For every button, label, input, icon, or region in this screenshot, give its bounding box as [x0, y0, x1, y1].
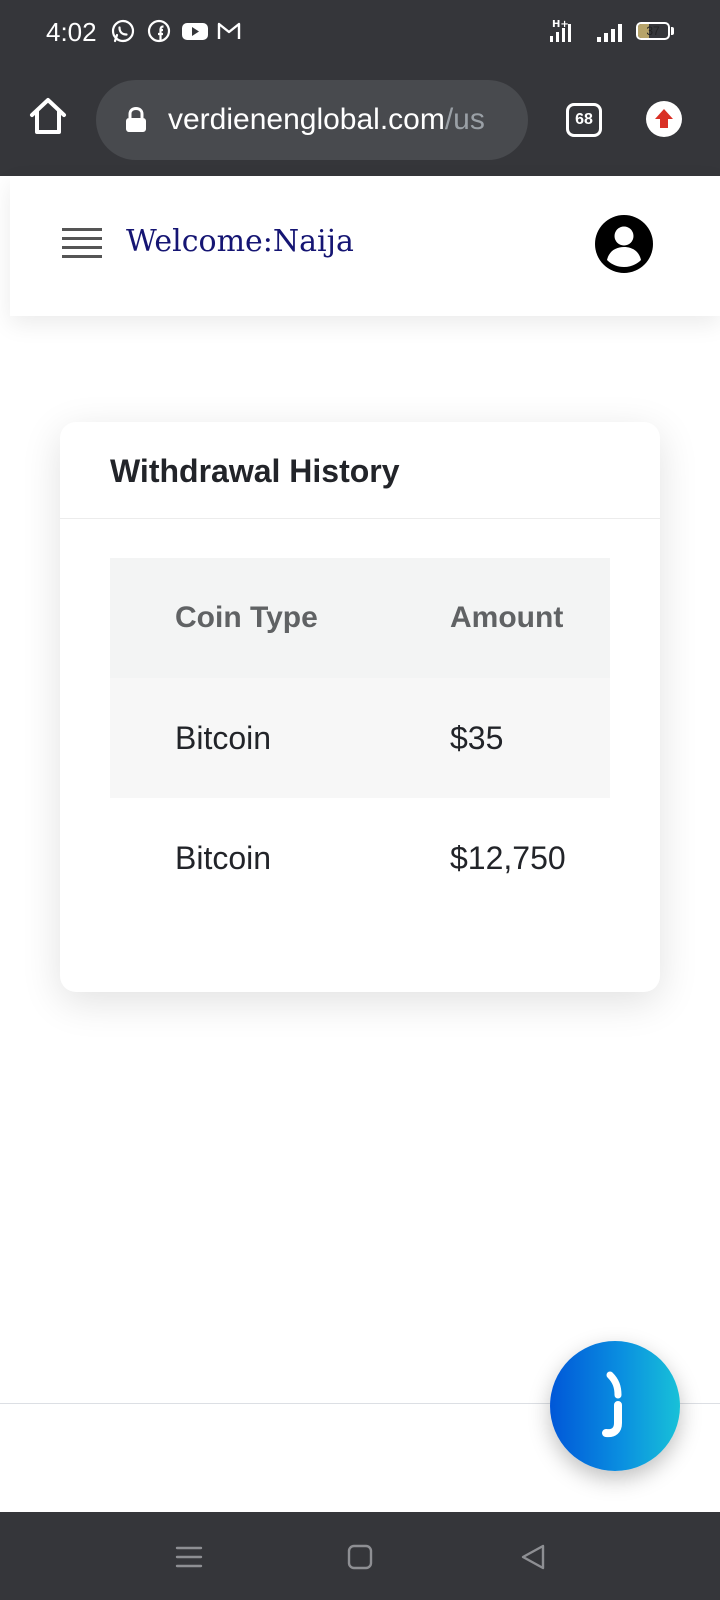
youtube-icon	[182, 23, 208, 40]
welcome-text: Welcome:Naija	[126, 224, 354, 259]
battery-level: 37	[646, 24, 660, 38]
withdrawal-table: Coin Type Amount Bitcoin $35 Bitcoin $12…	[110, 558, 610, 918]
withdrawal-history-card: Withdrawal History Coin Type Amount Bitc…	[60, 422, 660, 992]
card-title: Withdrawal History	[110, 453, 400, 489]
home-icon[interactable]	[345, 1542, 375, 1572]
amount-cell: $35	[450, 720, 504, 756]
whatsapp-icon	[111, 19, 135, 43]
app-header: Welcome:Naija	[10, 176, 720, 316]
browser-home-icon[interactable]	[26, 94, 70, 138]
status-bar: 4:02 H+ 37	[0, 0, 720, 64]
browser-toolbar: verdienenglobal.com/us 68	[0, 64, 720, 176]
column-header-amount: Amount	[450, 601, 564, 634]
address-bar[interactable]: verdienenglobal.com/us	[96, 80, 528, 160]
url-path: /us	[444, 103, 485, 136]
facebook-icon	[147, 19, 171, 43]
column-header-coin-type: Coin Type	[175, 601, 318, 634]
mobile-data-icon: H+	[550, 19, 571, 42]
signal-icon	[597, 24, 622, 42]
table-header-row: Coin Type Amount	[110, 558, 610, 678]
lock-icon	[126, 106, 146, 132]
card-divider	[60, 518, 660, 519]
system-nav-bar	[0, 1512, 720, 1600]
user-avatar-icon[interactable]	[594, 214, 654, 274]
arrow-up-icon	[655, 109, 673, 128]
hamburger-menu-icon[interactable]	[62, 228, 102, 260]
coin-type-cell: Bitcoin	[175, 720, 272, 756]
back-icon[interactable]	[518, 1542, 548, 1572]
url-text: verdienenglobal.com/us	[168, 100, 485, 140]
recents-icon[interactable]	[174, 1542, 204, 1572]
battery-tip	[671, 27, 674, 35]
url-domain: verdienenglobal.com	[168, 103, 445, 136]
network-type-label: H+	[552, 19, 569, 30]
table-row: Bitcoin $35	[110, 678, 610, 798]
table-row: Bitcoin $12,750	[110, 798, 610, 918]
battery-icon: 37	[636, 22, 670, 40]
chrome-update-button[interactable]	[646, 101, 682, 137]
amount-cell: $12,750	[450, 840, 566, 876]
gmail-icon	[217, 22, 241, 39]
chat-bubble-icon	[602, 1371, 622, 1438]
status-time: 4:02	[46, 17, 97, 47]
tab-switcher-button[interactable]: 68	[566, 103, 602, 137]
coin-type-cell: Bitcoin	[175, 840, 272, 876]
live-chat-button[interactable]	[550, 1341, 680, 1471]
